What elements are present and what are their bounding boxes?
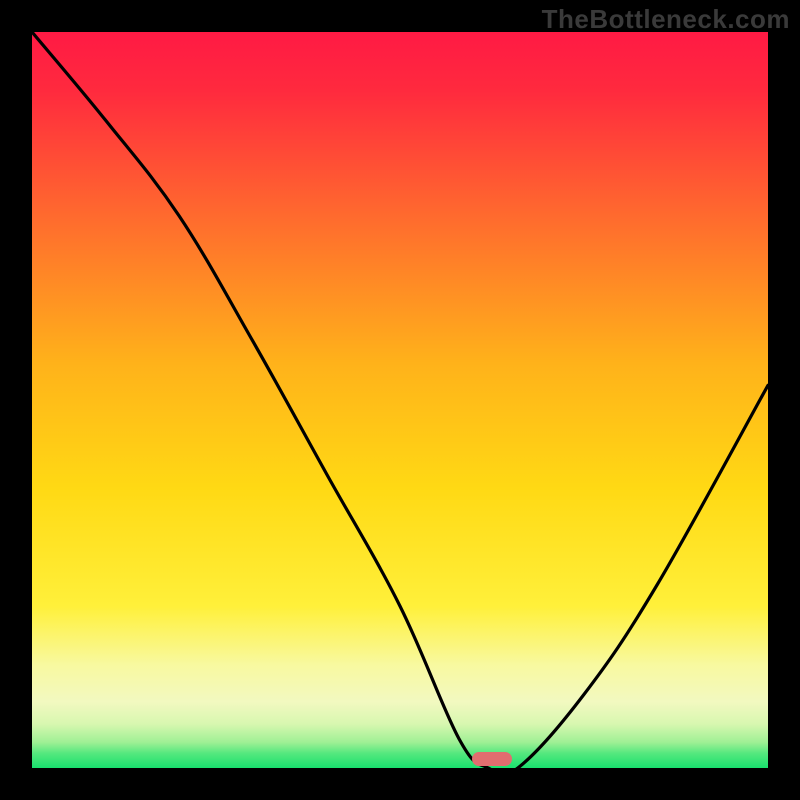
plot-area [32, 32, 768, 768]
bottleneck-curve [32, 32, 768, 768]
chart-container: TheBottleneck.com [0, 0, 800, 800]
sweet-spot-marker [472, 752, 512, 766]
watermark-text: TheBottleneck.com [542, 4, 790, 35]
